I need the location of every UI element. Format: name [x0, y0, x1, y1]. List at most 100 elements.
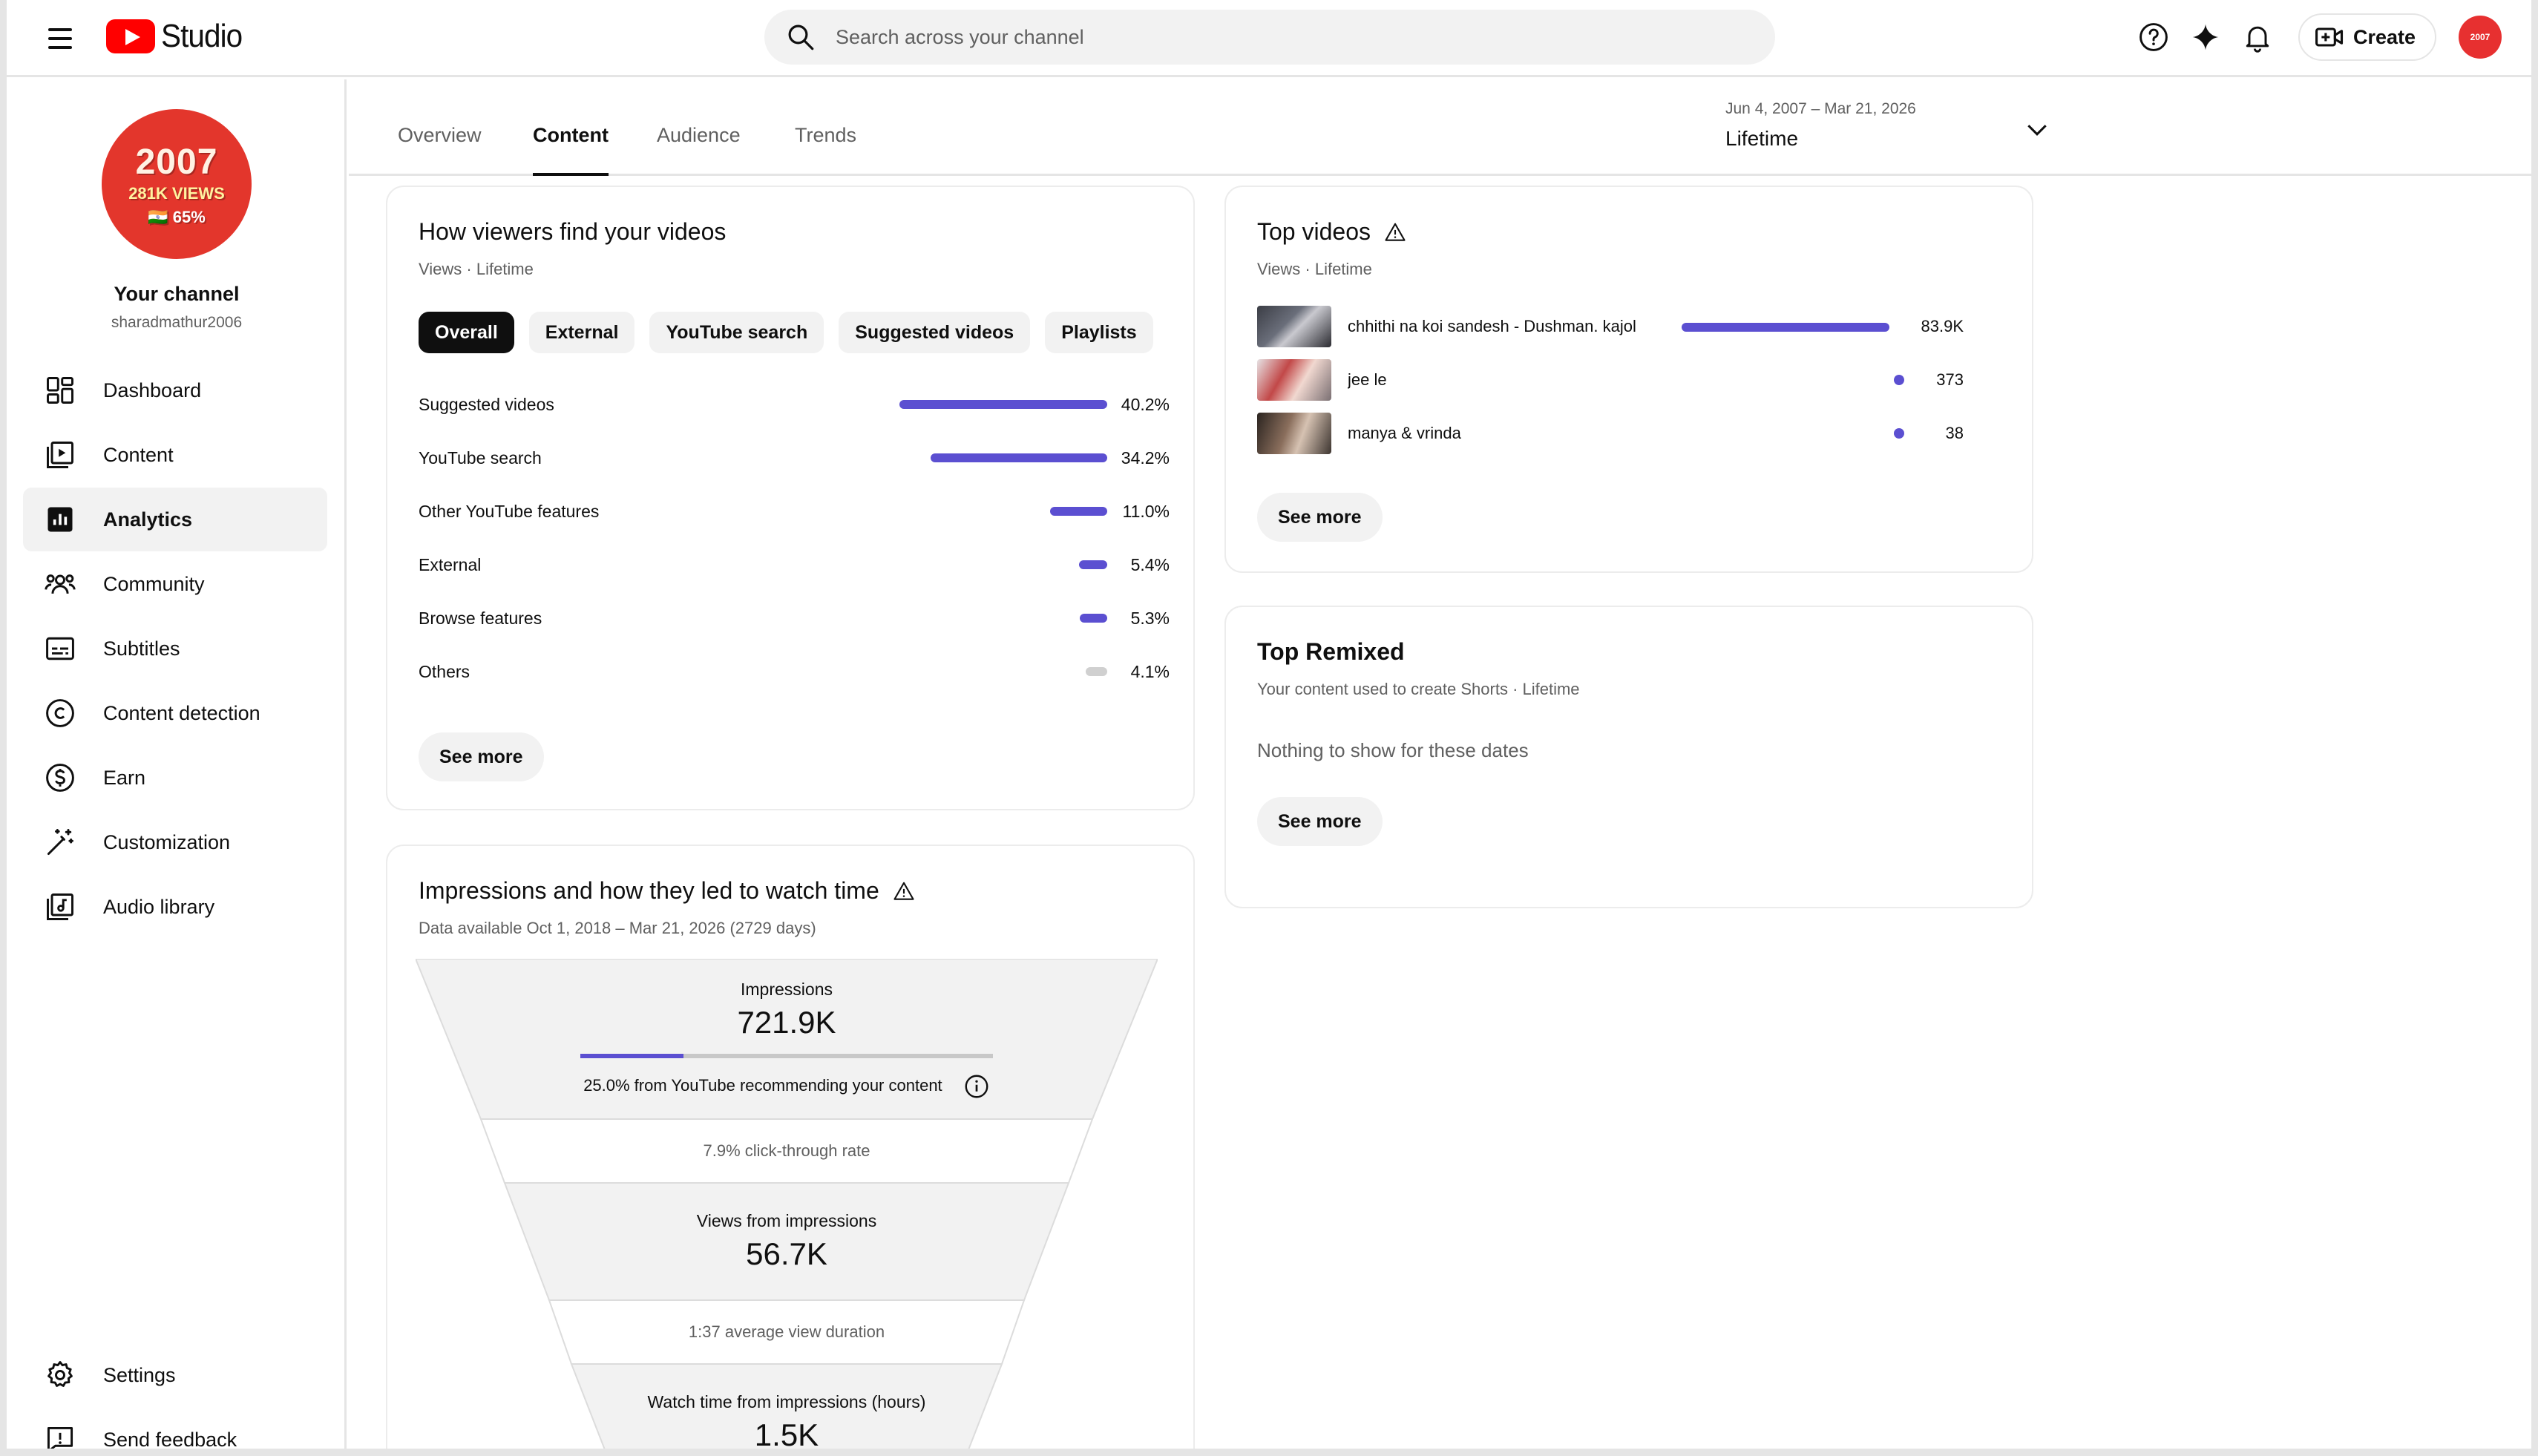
traffic-sources-card: How viewers find your videos Views · Lif…	[386, 186, 1195, 810]
traffic-row[interactable]: Others 4.1%	[419, 657, 1170, 686]
traffic-row[interactable]: YouTube search 34.2%	[419, 443, 1170, 473]
sidebar-item-earn[interactable]: Earn	[23, 746, 327, 810]
video-thumbnail	[1257, 359, 1331, 401]
recommendation-bar	[580, 1054, 993, 1058]
empty-state-text: Nothing to show for these dates	[1257, 739, 1529, 761]
sparkle-icon[interactable]	[2180, 11, 2232, 63]
traffic-row[interactable]: External 5.4%	[419, 550, 1170, 580]
traffic-row-value: 40.2%	[1121, 394, 1170, 414]
traffic-see-more-button[interactable]: See more	[419, 732, 544, 781]
create-label: Create	[2352, 25, 2416, 48]
sidebar-item-label: Content	[103, 443, 174, 466]
recommendation-text-label: 25.0% from YouTube recommending your con…	[583, 1075, 942, 1095]
channel-avatar-percent: 🇮🇳 65%	[148, 207, 206, 226]
sidebar-item-subtitles[interactable]: Subtitles	[23, 617, 327, 681]
top-bar: Studio Create 2007	[7, 0, 2531, 77]
traffic-bar	[899, 400, 1107, 409]
account-avatar[interactable]: 2007	[2459, 16, 2502, 59]
video-thumbnail	[1257, 413, 1331, 454]
sidebar-item-label: Settings	[103, 1363, 176, 1386]
sidebar-item-label: Customization	[103, 830, 231, 853]
impressions-title: Impressions and how they led to watch ti…	[419, 877, 879, 904]
sidebar-item-customization[interactable]: Customization	[23, 810, 327, 874]
top-remixed-card: Top Remixed Your content used to create …	[1224, 606, 2033, 908]
sidebar-item-label: Content detection	[103, 701, 260, 724]
sidebar-item-audio-library[interactable]: Audio library	[23, 875, 327, 939]
traffic-row[interactable]: Suggested videos 40.2%	[419, 390, 1170, 419]
dashboard-icon	[47, 377, 73, 404]
recommendation-bar-fill	[580, 1054, 683, 1058]
chip-external[interactable]: External	[528, 312, 635, 353]
sidebar-item-label: Send feedback	[103, 1428, 237, 1449]
date-range-selector[interactable]: Jun 4, 2007 – Mar 21, 2026 Lifetime	[1725, 100, 2052, 160]
video-bar-track	[1682, 306, 1904, 347]
impressions-label: Impressions	[741, 980, 833, 999]
video-bar-track	[1682, 359, 1904, 401]
sidebar-item-send-feedback[interactable]: Send feedback	[23, 1408, 327, 1449]
traffic-bar	[931, 453, 1107, 462]
views-label: Views from impressions	[696, 1211, 877, 1230]
video-row[interactable]: chhithi na koi sandesh - Dushman. kajol …	[1257, 306, 1999, 347]
video-views: 38	[1945, 424, 1964, 442]
chip-playlists[interactable]: Playlists	[1045, 312, 1153, 353]
top-remixed-see-more-button[interactable]: See more	[1257, 797, 1383, 846]
tab-audience[interactable]: Audience	[657, 124, 741, 176]
studio-logo[interactable]: Studio	[106, 18, 249, 55]
traffic-row[interactable]: Browse features 5.3%	[419, 603, 1170, 633]
community-icon	[45, 574, 76, 594]
watch-time-label: Watch time from impressions (hours)	[647, 1392, 926, 1411]
traffic-bar	[1080, 614, 1107, 623]
sidebar: 2007 281K VIEWS 🇮🇳 65% Your channel shar…	[7, 79, 347, 1449]
warning-icon[interactable]	[893, 880, 915, 902]
date-range-label: Lifetime	[1725, 127, 1799, 150]
info-icon[interactable]	[963, 1073, 990, 1100]
sidebar-item-settings[interactable]: Settings	[23, 1343, 327, 1407]
sidebar-item-content[interactable]: Content	[23, 423, 327, 487]
sidebar-item-analytics[interactable]: Analytics	[23, 488, 327, 551]
video-views: 373	[1936, 370, 1964, 389]
traffic-bar-track	[899, 603, 1107, 633]
channel-avatar[interactable]: 2007 281K VIEWS 🇮🇳 65%	[102, 109, 252, 259]
warning-icon[interactable]	[1384, 221, 1406, 243]
audio-library-icon	[47, 893, 73, 920]
traffic-row-value: 5.3%	[1130, 608, 1170, 628]
channel-name[interactable]: Your channel	[7, 283, 347, 306]
video-bar-track	[1682, 413, 1904, 454]
chip-overall[interactable]: Overall	[419, 312, 514, 353]
tab-overview[interactable]: Overview	[398, 124, 482, 176]
traffic-filter-chips: Overall External YouTube search Suggeste…	[419, 312, 1153, 353]
video-row[interactable]: manya & vrinda 38	[1257, 413, 1999, 454]
video-title: manya & vrinda	[1348, 424, 1461, 442]
top-remixed-subtitle: Your content used to create Shorts · Lif…	[1257, 680, 1580, 698]
menu-icon[interactable]	[42, 22, 78, 55]
search-input[interactable]	[836, 25, 1652, 49]
studio-app: Studio Create 2007 2007 28	[7, 0, 2531, 1449]
search-box[interactable]	[764, 10, 1775, 65]
tab-content[interactable]: Content	[533, 124, 609, 176]
video-title: jee le	[1348, 370, 1387, 389]
sidebar-item-dashboard[interactable]: Dashboard	[23, 358, 327, 422]
traffic-bar	[1050, 507, 1107, 516]
analytics-content: How viewers find your videos Views · Lif…	[349, 178, 2531, 1449]
top-videos-see-more-button[interactable]: See more	[1257, 493, 1383, 542]
traffic-row[interactable]: Other YouTube features 11.0%	[419, 496, 1170, 526]
impressions-value: 721.9K	[737, 1005, 836, 1040]
impressions-funnel: Impressions 721.9K 25.0% from YouTube re…	[416, 959, 1158, 1449]
video-thumbnail	[1257, 306, 1331, 347]
chip-suggested-videos[interactable]: Suggested videos	[839, 312, 1031, 353]
sidebar-item-content-detection[interactable]: Content detection	[23, 681, 327, 745]
top-remixed-title: Top Remixed	[1257, 638, 1405, 665]
recommendation-text: 25.0% from YouTube recommending your con…	[416, 1073, 1158, 1100]
create-button[interactable]: Create	[2298, 13, 2436, 61]
notifications-bell-icon[interactable]	[2232, 11, 2283, 63]
traffic-row-label: Others	[419, 661, 470, 681]
help-icon[interactable]	[2128, 11, 2180, 63]
chip-youtube-search[interactable]: YouTube search	[649, 312, 824, 353]
youtube-play-icon	[106, 19, 155, 53]
tab-trends[interactable]: Trends	[795, 124, 856, 176]
traffic-row-label: Other YouTube features	[419, 501, 600, 521]
feedback-icon	[47, 1426, 73, 1449]
sidebar-item-community[interactable]: Community	[23, 552, 327, 616]
video-row[interactable]: jee le 373	[1257, 359, 1999, 401]
logo-text: Studio	[161, 18, 243, 54]
